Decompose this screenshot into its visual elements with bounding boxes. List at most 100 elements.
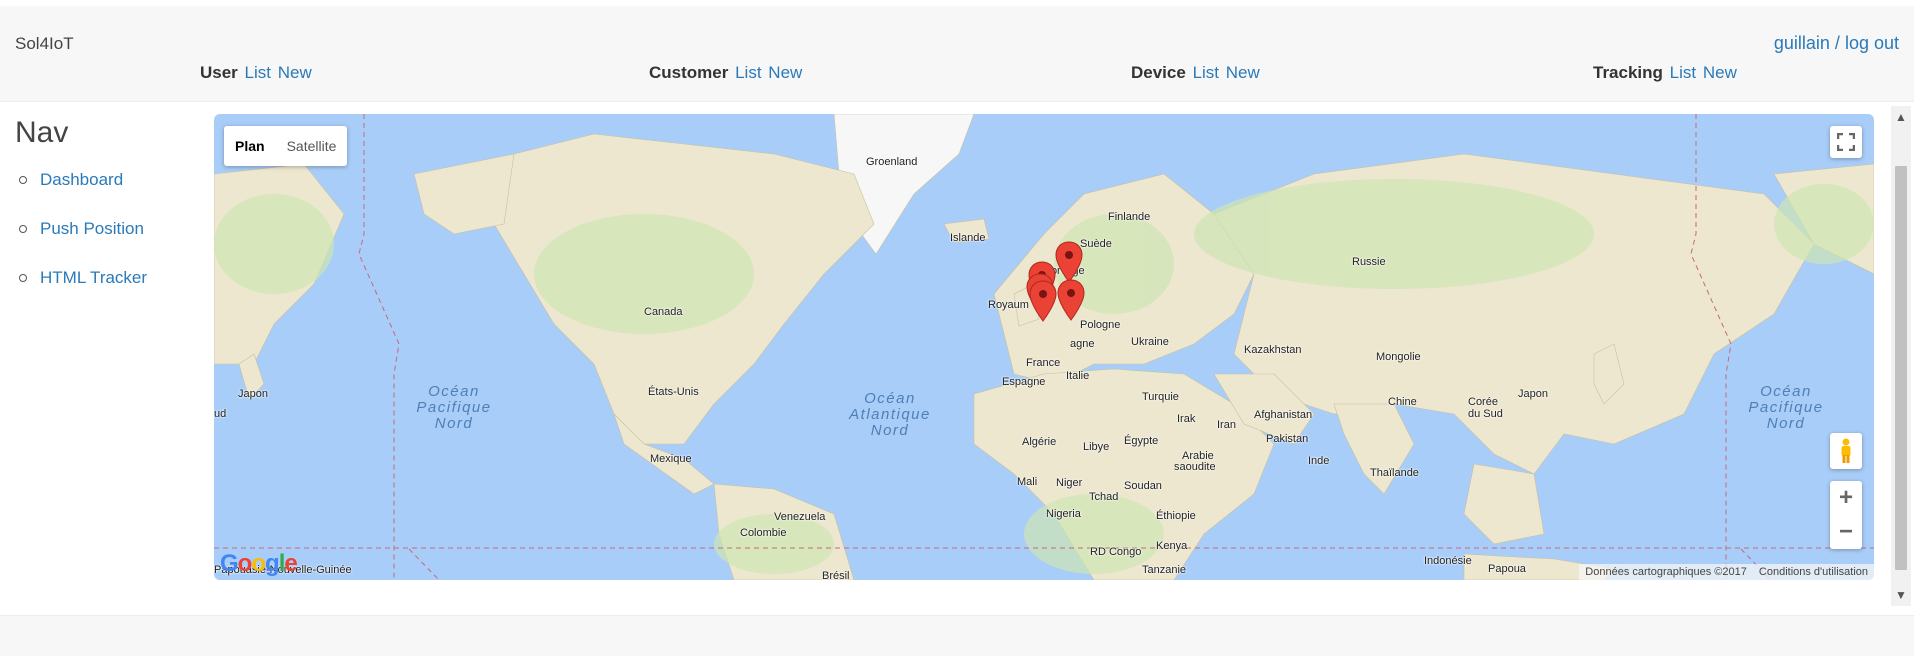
- world-map[interactable]: Groenland Islande Finlande Suède Norvège…: [214, 114, 1874, 580]
- menu-user-title: User: [200, 63, 238, 82]
- label-allemagne: agne: [1070, 338, 1095, 350]
- label-islande: Islande: [950, 232, 986, 244]
- label-mexique: Mexique: [650, 453, 692, 465]
- brand-name[interactable]: Sol4IoT: [15, 34, 74, 54]
- menu-device: Device List New: [1131, 63, 1260, 83]
- label-colombie: Colombie: [740, 527, 787, 539]
- label-japon-right: Japon: [1518, 388, 1548, 400]
- street-view-button[interactable]: [1830, 433, 1862, 469]
- label-coree: Corée du Sud: [1468, 396, 1503, 420]
- map-data-attribution: Données cartographiques ©2017: [1585, 566, 1747, 578]
- label-sud: ud: [214, 408, 227, 420]
- label-ocean-atlantic: Océan Atlantique Nord: [849, 390, 931, 439]
- label-canada: Canada: [644, 306, 683, 318]
- map-attribution-bar: Données cartographiques ©2017 Conditions…: [1579, 564, 1874, 580]
- user-list-link[interactable]: List: [245, 63, 271, 82]
- scrollbar-thumb[interactable]: [1895, 166, 1907, 570]
- label-tanzanie: Tanzanie: [1142, 564, 1187, 576]
- fullscreen-button[interactable]: [1830, 126, 1862, 158]
- logout-link[interactable]: log out: [1845, 33, 1899, 53]
- label-soudan: Soudan: [1124, 480, 1162, 492]
- google-logo: Google: [220, 550, 298, 577]
- label-nigeria: Nigeria: [1046, 508, 1081, 520]
- zoom-out-button[interactable]: −: [1830, 515, 1862, 549]
- label-venezuela: Venezuela: [774, 511, 826, 523]
- label-papoua: Papoua: [1488, 563, 1526, 575]
- label-japon-left: Japon: [238, 388, 268, 400]
- label-algerie: Algérie: [1022, 436, 1057, 448]
- map-type-plan-button[interactable]: Plan: [224, 126, 276, 166]
- scroll-up-icon[interactable]: ▲: [1891, 108, 1911, 126]
- map-marker-icon[interactable]: [1056, 278, 1086, 322]
- label-thailande: Thaïlande: [1370, 467, 1419, 479]
- customer-list-link[interactable]: List: [735, 63, 761, 82]
- page-scrollbar[interactable]: ▲ ▼: [1891, 106, 1911, 606]
- label-finlande: Finlande: [1108, 211, 1151, 223]
- label-egypte: Égypte: [1124, 435, 1159, 447]
- bullet-icon: [19, 225, 27, 233]
- label-russie: Russie: [1352, 256, 1386, 268]
- label-saoudite: saoudite: [1174, 461, 1216, 473]
- label-inde: Inde: [1308, 455, 1330, 467]
- user-links-separator: /: [1834, 33, 1840, 53]
- scroll-down-icon[interactable]: ▼: [1891, 586, 1911, 604]
- bullet-icon: [19, 176, 27, 184]
- label-espagne: Espagne: [1002, 376, 1046, 388]
- sidebar-link-dashboard[interactable]: Dashboard: [40, 170, 123, 189]
- sidebar-link-html-tracker[interactable]: HTML Tracker: [40, 268, 147, 287]
- map-type-control: Plan Satellite: [224, 126, 348, 166]
- label-chine: Chine: [1388, 396, 1417, 408]
- menu-tracking-title: Tracking: [1593, 63, 1663, 82]
- username-link[interactable]: guillain: [1774, 33, 1830, 53]
- label-kazakhstan: Kazakhstan: [1244, 344, 1302, 356]
- label-italie: Italie: [1066, 370, 1090, 382]
- label-ukraine: Ukraine: [1131, 336, 1169, 348]
- label-ethiopie: Éthiopie: [1156, 510, 1196, 522]
- label-bresil: Brésil: [822, 570, 850, 580]
- tracking-new-link[interactable]: New: [1703, 63, 1737, 82]
- zoom-in-button[interactable]: +: [1830, 481, 1862, 515]
- label-kenya: Kenya: [1156, 540, 1188, 552]
- label-indonesie: Indonésie: [1424, 555, 1472, 567]
- bullet-icon: [19, 274, 27, 282]
- label-rdcongo: RD Congo: [1090, 546, 1142, 558]
- map-marker-icon[interactable]: [1028, 279, 1058, 323]
- menu-tracking: Tracking List New: [1593, 63, 1737, 83]
- menu-device-title: Device: [1131, 63, 1186, 82]
- sidebar-nav: Nav Dashboard Push Position HTML Tracker: [15, 116, 205, 317]
- label-suede: Suède: [1080, 238, 1112, 250]
- menu-user: User List New: [200, 63, 312, 83]
- user-new-link[interactable]: New: [278, 63, 312, 82]
- page-footer: [0, 615, 1914, 656]
- customer-new-link[interactable]: New: [768, 63, 802, 82]
- label-irak: Irak: [1177, 413, 1196, 425]
- label-pakistan: Pakistan: [1266, 433, 1309, 445]
- tracking-list-link[interactable]: List: [1670, 63, 1696, 82]
- menu-customer: Customer List New: [649, 63, 802, 83]
- top-navbar: Sol4IoT User List New Customer List New …: [0, 6, 1914, 102]
- label-niger: Niger: [1056, 477, 1083, 489]
- label-royaume: Royaum: [988, 299, 1029, 311]
- label-libye: Libye: [1083, 441, 1110, 453]
- label-afghanistan: Afghanistan: [1254, 409, 1313, 421]
- label-ocean-pacific-left: Océan Pacifique Nord: [416, 383, 492, 432]
- label-pologne: Pologne: [1080, 319, 1121, 331]
- sidebar-item-html-tracker: HTML Tracker: [15, 268, 205, 317]
- label-tchad: Tchad: [1089, 491, 1119, 503]
- map-type-satellite-button[interactable]: Satellite: [275, 126, 348, 166]
- user-links: guillain / log out: [1774, 33, 1899, 54]
- device-new-link[interactable]: New: [1226, 63, 1260, 82]
- menu-customer-title: Customer: [649, 63, 729, 82]
- label-iran: Iran: [1217, 419, 1236, 431]
- label-mali: Mali: [1017, 476, 1038, 488]
- terms-link[interactable]: Conditions d'utilisation: [1759, 564, 1868, 580]
- sidebar-link-push-position[interactable]: Push Position: [40, 219, 144, 238]
- label-mongolie: Mongolie: [1376, 351, 1421, 363]
- fullscreen-icon: [1837, 133, 1855, 151]
- map-landmass: [214, 114, 1874, 580]
- device-list-link[interactable]: List: [1193, 63, 1219, 82]
- label-ocean-pacific-right: Océan Pacifique Nord: [1748, 383, 1824, 432]
- zoom-control: + −: [1830, 481, 1862, 549]
- label-france: France: [1026, 357, 1061, 369]
- sidebar-item-dashboard: Dashboard: [15, 170, 205, 219]
